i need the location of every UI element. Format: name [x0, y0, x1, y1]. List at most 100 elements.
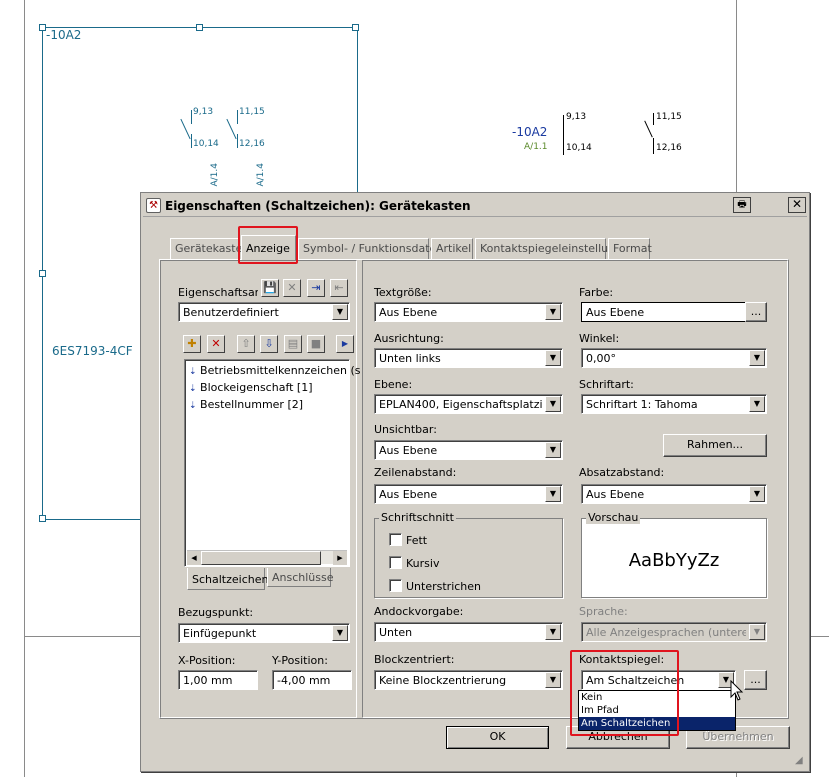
- chevron-down-icon[interactable]: ▼: [545, 672, 561, 688]
- cross-reference: A/1.4: [210, 163, 220, 187]
- schriftschnitt-label: Schriftschnitt: [379, 511, 456, 524]
- andockvorgabe-select[interactable]: Unten ▼: [374, 622, 563, 642]
- eigenschaftsanordnung-label: Eigenschaftsanordnung: [178, 286, 258, 299]
- printer-icon[interactable]: 🖶: [733, 197, 751, 213]
- eigenschaftsanordnung-select[interactable]: Benutzerdefiniert ▼: [178, 302, 350, 322]
- dialog-titlebar[interactable]: ⚒ Eigenschaften (Schaltzeichen): Gerätek…: [143, 195, 807, 217]
- import-icon[interactable]: ⇥: [307, 279, 325, 297]
- property-list[interactable]: ⇣ Betriebsmittelkennzeichen (s ⇣ Blockei…: [184, 359, 361, 567]
- farbe-select[interactable]: Aus Ebene: [581, 302, 747, 322]
- ungroup-icon[interactable]: ■: [307, 335, 325, 353]
- chevron-down-icon[interactable]: ▼: [749, 486, 765, 502]
- cross-reference: A/1.4: [256, 163, 266, 187]
- tab-format[interactable]: Format: [608, 238, 652, 259]
- winkel-select[interactable]: 0,00° ▼: [581, 348, 767, 368]
- chevron-down-icon[interactable]: ▼: [332, 304, 348, 320]
- close-button[interactable]: ✕: [788, 197, 806, 213]
- y-position-input[interactable]: -4,00 mm: [272, 670, 352, 690]
- move-up-icon[interactable]: ⇧: [237, 335, 255, 353]
- x-position-label: X-Position:: [178, 654, 236, 667]
- bezugspunkt-label: Bezugspunkt:: [178, 606, 254, 619]
- group-icon[interactable]: ▤: [284, 335, 302, 353]
- sort-icon: ⇣: [189, 367, 197, 377]
- contact-line: [563, 115, 564, 155]
- selection-handle[interactable]: [196, 24, 203, 31]
- bezugspunkt-select[interactable]: Einfügepunkt ▼: [178, 623, 350, 643]
- ok-button[interactable]: OK: [446, 726, 549, 749]
- contact-line: [237, 110, 238, 124]
- absatzabstand-select[interactable]: Aus Ebene ▼: [581, 484, 767, 504]
- scroll-left-icon[interactable]: ◀: [187, 551, 201, 565]
- unterstrichen-label: Unterstrichen: [406, 580, 482, 593]
- list-item[interactable]: ⇣ Blockeigenschaft [1]: [189, 381, 313, 394]
- scroll-thumb[interactable]: [201, 551, 321, 565]
- kursiv-label: Kursiv: [406, 557, 440, 570]
- contact-label: 12,16: [239, 139, 265, 149]
- contact-label: 9,13: [566, 112, 587, 122]
- contact-symbol: [644, 120, 653, 138]
- selection-handle[interactable]: [39, 515, 46, 522]
- save-icon[interactable]: 💾: [261, 279, 279, 297]
- contact-line: [191, 110, 192, 124]
- textgroesse-select[interactable]: Aus Ebene ▼: [374, 302, 563, 322]
- scroll-right-icon[interactable]: ▶: [336, 335, 354, 353]
- chevron-down-icon[interactable]: ▼: [749, 350, 765, 366]
- delete-icon[interactable]: ✕: [283, 279, 301, 297]
- chevron-down-icon[interactable]: ▼: [545, 396, 561, 412]
- tab-anzeige[interactable]: Anzeige: [241, 235, 296, 260]
- chevron-down-icon[interactable]: ▼: [332, 625, 348, 641]
- resize-grip-icon[interactable]: ◢: [795, 755, 803, 766]
- chevron-down-icon[interactable]: ▼: [545, 486, 561, 502]
- list-item[interactable]: ⇣ Bestellnummer [2]: [189, 398, 303, 411]
- kursiv-checkbox[interactable]: [389, 556, 402, 569]
- subtab-schaltzeichen[interactable]: Schaltzeichen: [187, 568, 268, 590]
- farbe-browse-button[interactable]: ...: [745, 302, 767, 322]
- contact-line: [653, 113, 654, 125]
- contact-label: 10,14: [566, 143, 592, 153]
- horizontal-scrollbar[interactable]: ◀ ▶: [187, 550, 347, 565]
- mouse-cursor-icon: [730, 680, 744, 701]
- export-icon[interactable]: ⇤: [330, 279, 348, 297]
- chevron-down-icon[interactable]: ▼: [749, 396, 765, 412]
- vorschau-label: Vorschau: [586, 511, 641, 524]
- selection-handle[interactable]: [39, 24, 46, 31]
- remove-entry-icon[interactable]: ✕: [207, 335, 225, 353]
- tab-artikel[interactable]: Artikel: [431, 238, 473, 259]
- grid-line: [24, 0, 25, 777]
- blockzentriert-label: Blockzentriert:: [374, 653, 455, 666]
- kontaktspiegel-browse-button[interactable]: ...: [744, 670, 767, 690]
- new-entry-icon[interactable]: ✚: [183, 335, 201, 353]
- subtab-anschluesse[interactable]: Anschlüsse: [267, 568, 334, 587]
- selection-handle[interactable]: [39, 270, 46, 277]
- unsichtbar-label: Unsichtbar:: [374, 423, 437, 436]
- chevron-down-icon[interactable]: ▼: [749, 624, 765, 640]
- sprache-select[interactable]: Alle Anzeigesprachen (untereinander)▼: [581, 622, 767, 642]
- chevron-down-icon[interactable]: ▼: [545, 442, 561, 458]
- blockzentriert-select[interactable]: Keine Blockzentrierung ▼: [374, 670, 563, 690]
- dialog-title: Eigenschaften (Schaltzeichen): Gerätekas…: [165, 199, 471, 213]
- tab-kontaktspiegeleinstellung[interactable]: Kontaktspiegeleinstellung: [475, 238, 622, 259]
- contact-label: 9,13: [193, 107, 214, 117]
- unterstrichen-checkbox[interactable]: [389, 579, 402, 592]
- chevron-down-icon[interactable]: ▼: [545, 350, 561, 366]
- scroll-right-icon[interactable]: ▶: [333, 551, 347, 565]
- zeilenabstand-select[interactable]: Aus Ebene ▼: [374, 484, 563, 504]
- rahmen-button[interactable]: Rahmen...: [663, 434, 767, 457]
- chevron-down-icon[interactable]: ▼: [545, 304, 561, 320]
- sprache-label: Sprache:: [579, 605, 628, 618]
- list-item[interactable]: ⇣ Betriebsmittelkennzeichen (s: [189, 364, 361, 377]
- ausrichtung-select[interactable]: Unten links ▼: [374, 348, 563, 368]
- schriftart-label: Schriftart:: [579, 378, 634, 391]
- tab-geraetekasten[interactable]: Gerätekasten: [170, 238, 249, 259]
- ebene-select[interactable]: EPLAN400, Eigenschaftsplatzierung▼: [374, 394, 563, 414]
- device-label: -10A2: [46, 28, 82, 42]
- x-position-input[interactable]: 1,00 mm: [178, 670, 258, 690]
- chevron-down-icon[interactable]: ▼: [545, 624, 561, 640]
- move-down-icon[interactable]: ⇩: [260, 335, 278, 353]
- unsichtbar-select[interactable]: Aus Ebene ▼: [374, 440, 563, 460]
- selection-handle[interactable]: [352, 24, 359, 31]
- contact-label: 11,15: [656, 112, 682, 122]
- fett-checkbox[interactable]: [389, 533, 402, 546]
- schriftart-select[interactable]: Schriftart 1: Tahoma ▼: [581, 394, 767, 414]
- tab-symbol-funktionsdaten[interactable]: Symbol- / Funktionsdaten: [298, 238, 443, 259]
